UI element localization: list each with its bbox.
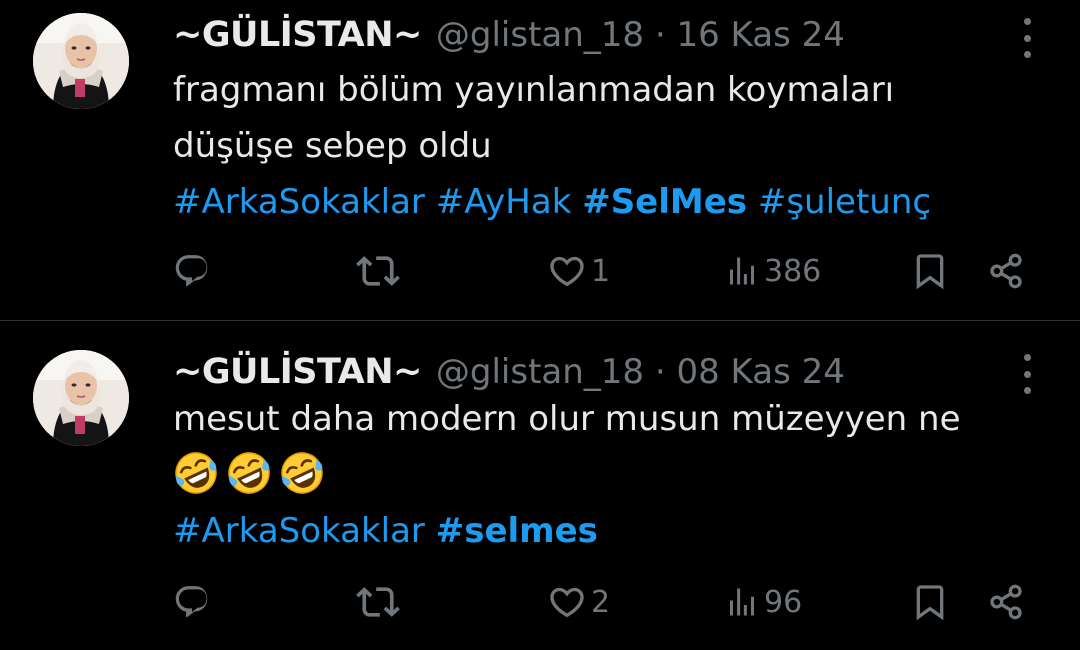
share-button[interactable] [986,572,1026,632]
emoji-line [173,447,1040,503]
tweet[interactable]: ~GÜLİSTAN~ @glistan_18 · 16 Kas 24 fragm… [0,0,1080,321]
hashtag-link[interactable]: #ArkaSokaklar [173,511,425,551]
hashtag-link[interactable]: #şuletunç [758,182,931,222]
bookmark-button[interactable] [910,572,950,632]
rofl-emoji-icon [226,450,272,496]
tweet-text: mesut daha modern olur musun müzeyyen ne… [173,391,1040,559]
more-icon[interactable] [1020,354,1034,394]
author-name[interactable]: ~GÜLİSTAN~ [173,15,422,55]
bookmark-button[interactable] [910,241,950,301]
like-icon [550,256,584,287]
avatar-image [33,350,129,446]
avatar[interactable] [33,13,129,109]
retweet-button[interactable] [356,572,400,632]
retweet-button[interactable] [356,241,400,301]
view-count: 386 [764,253,822,289]
tweet-header: ~GÜLİSTAN~ @glistan_18 · 16 Kas 24 [173,13,845,57]
share-icon [990,253,1022,289]
views-icon [730,588,754,616]
retweet-icon [356,587,400,617]
action-bar: 2 96 [0,572,1080,632]
hashtag-link[interactable]: #ArkaSokaklar [173,182,425,222]
view-count: 96 [764,584,803,620]
like-count: 1 [591,253,611,289]
action-bar: 1 386 [0,241,1080,301]
views-icon [730,257,754,285]
avatar[interactable] [33,350,129,446]
like-button[interactable]: 2 [547,572,610,632]
hashtag-line: #ArkaSokaklar #AyHak #SelMes #şuletunç [173,174,1040,230]
like-icon [550,587,584,618]
reply-button[interactable] [173,241,211,301]
more-icon[interactable] [1020,18,1034,58]
handle-date[interactable]: @glistan_18 · 16 Kas 24 [436,15,845,55]
handle-date[interactable]: @glistan_18 · 08 Kas 24 [436,352,845,392]
text-line: mesut daha modern olur musun müzeyyen ne [173,399,961,439]
like-button[interactable]: 1 [547,241,610,301]
rofl-emoji-icon [173,450,219,496]
retweet-icon [356,256,400,286]
views-button[interactable]: 96 [724,572,802,632]
like-count: 2 [591,584,611,620]
reply-icon [175,255,208,287]
share-button[interactable] [986,241,1026,301]
hashtag-line: #ArkaSokaklar #selmes [173,503,1040,559]
share-icon [990,584,1022,620]
text-line: düşüşe sebep oldu [173,126,492,166]
reply-icon [175,586,208,618]
hashtag-link[interactable]: #SelMes [582,182,747,222]
bookmark-icon [916,254,944,290]
tweet[interactable]: ~GÜLİSTAN~ @glistan_18 · 08 Kas 24 mesut… [0,321,1080,650]
tweet-text: fragmanı bölüm yayınlanmadan koymaları d… [173,62,1040,230]
reply-button[interactable] [173,572,211,632]
views-button[interactable]: 386 [724,241,821,301]
text-line: fragmanı bölüm yayınlanmadan koymaları [173,70,895,110]
tweet-header: ~GÜLİSTAN~ @glistan_18 · 08 Kas 24 [173,350,845,394]
hashtag-link[interactable]: #selmes [436,511,598,551]
bookmark-icon [916,585,944,621]
hashtag-link[interactable]: #AyHak [436,182,572,222]
avatar-image [33,13,129,109]
rofl-emoji-icon [279,450,325,496]
author-name[interactable]: ~GÜLİSTAN~ [173,352,422,392]
